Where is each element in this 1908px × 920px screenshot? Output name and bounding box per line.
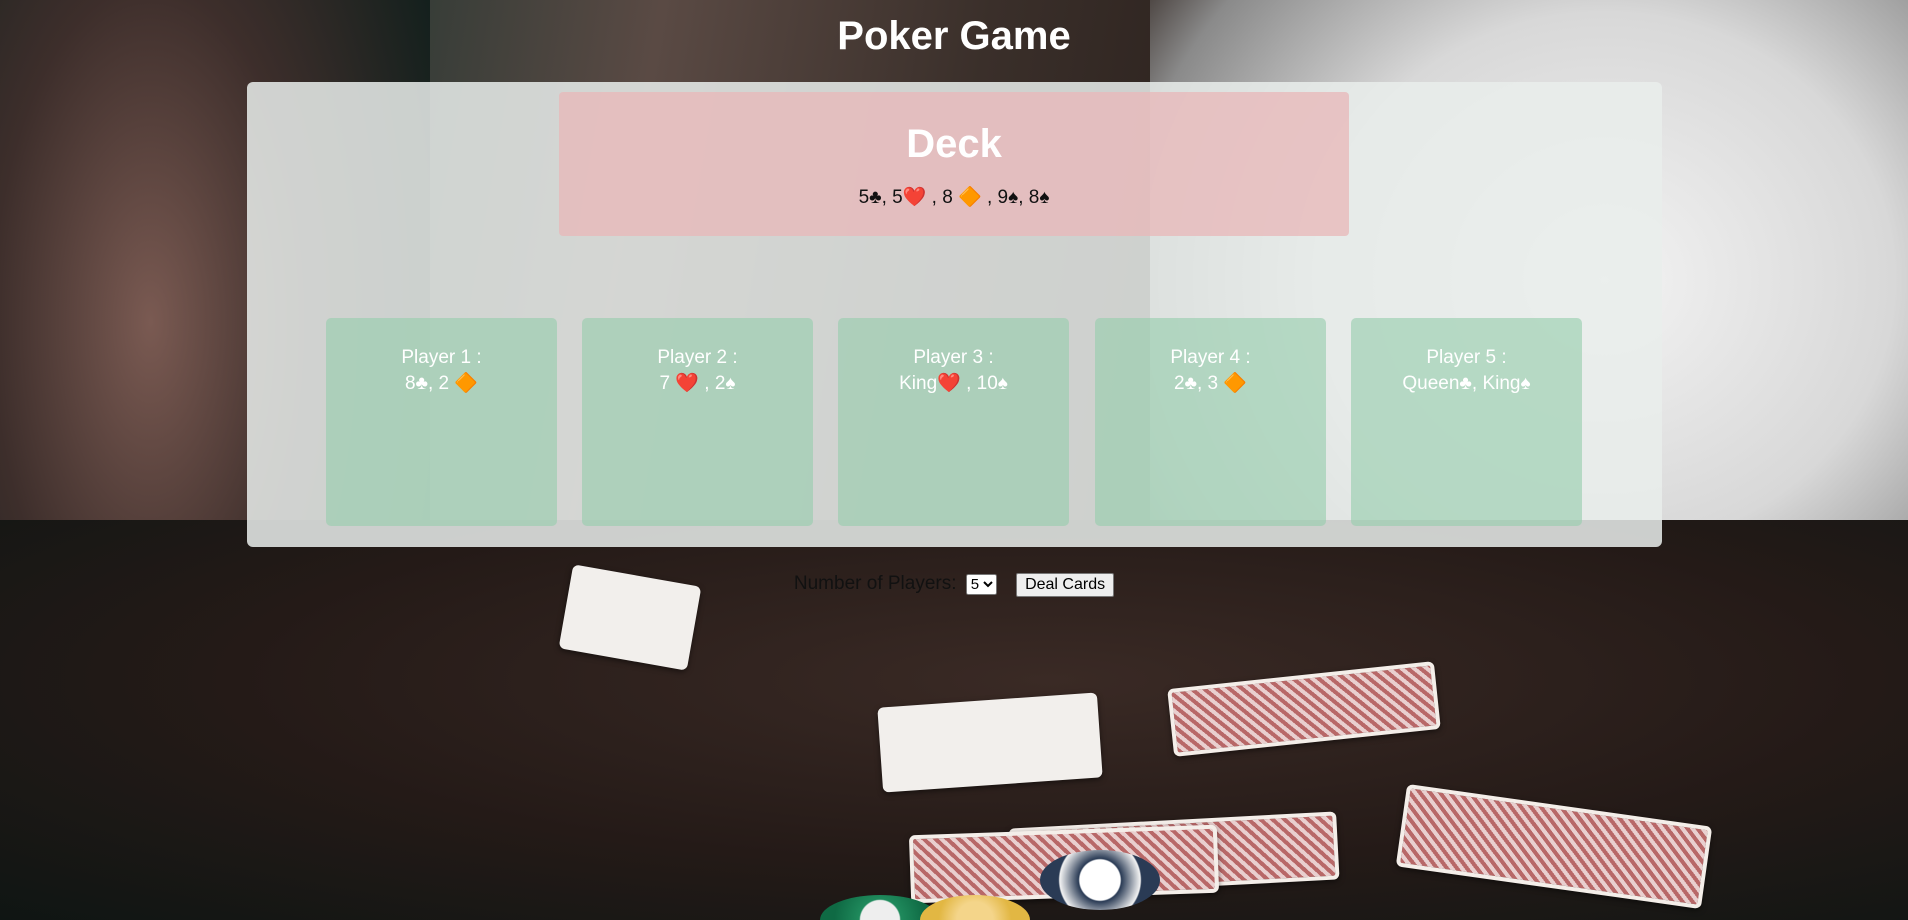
player-hand: 7 ❤️ , 2♠ (659, 373, 736, 394)
player-panel-5: Player 5 : Queen♣, King♠ (1351, 318, 1582, 526)
player-label: Player 2 : (657, 347, 738, 368)
deal-cards-button[interactable]: Deal Cards (1016, 573, 1115, 597)
background-card (877, 692, 1103, 793)
player-label: Player 3 : (913, 347, 994, 368)
player-panel-1: Player 1 : 8♣, 2 🔶 (326, 318, 557, 526)
player-hand: 8♣, 2 🔶 (404, 373, 479, 394)
player-label: Player 5 : (1426, 347, 1507, 368)
player-panel-3: Player 3 : King❤️ , 10♠ (838, 318, 1069, 526)
player-hand: Queen♣, King♠ (1402, 373, 1531, 394)
player-label: Player 1 : (401, 347, 482, 368)
player-hand: 2♣, 3 🔶 (1173, 373, 1248, 394)
deck-cards: 5♣, 5❤️ , 8 🔶 , 9♠, 8♠ (858, 187, 1050, 208)
players-count-label: Number of Players: (793, 573, 957, 594)
player-panel-4: Player 4 : 2♣, 3 🔶 (1095, 318, 1326, 526)
controls-bar: Number of Players: 5 Deal Cards (0, 573, 1908, 597)
player-panel-2: Player 2 : 7 ❤️ , 2♠ (582, 318, 813, 526)
player-label: Player 4 : (1170, 347, 1251, 368)
game-board: Deck 5♣, 5❤️ , 8 🔶 , 9♠, 8♠ Player 1 : 8… (247, 82, 1662, 547)
page-title: Poker Game (837, 14, 1071, 58)
deck-heading: Deck (906, 122, 1002, 166)
player-hand: King❤️ , 10♠ (899, 373, 1008, 394)
background-chip (1040, 850, 1160, 910)
deck-panel: Deck 5♣, 5❤️ , 8 🔶 , 9♠, 8♠ (559, 92, 1349, 236)
players-count-select[interactable]: 5 (965, 574, 997, 595)
